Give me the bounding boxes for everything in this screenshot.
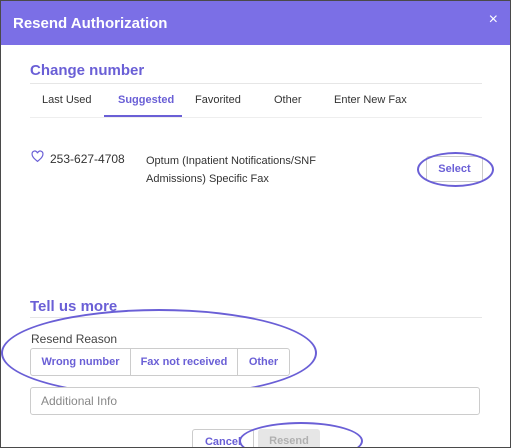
close-icon[interactable]: × [489, 12, 498, 28]
resend-reason-group: Wrong number Fax not received Other [30, 348, 290, 376]
divider [30, 83, 482, 84]
select-button[interactable]: Select [426, 156, 483, 182]
dialog-title: Resend Authorization [13, 15, 168, 32]
change-number-heading: Change number [30, 62, 145, 79]
fax-phone-number: 253-627-4708 [50, 152, 125, 166]
tabs-divider [30, 117, 482, 118]
tell-us-more-heading: Tell us more [30, 298, 118, 315]
reason-wrong-number-button[interactable]: Wrong number [31, 349, 131, 375]
tab-enter-new-fax[interactable]: Enter New Fax [334, 94, 407, 106]
resend-authorization-dialog: Resend Authorization × Change number Las… [0, 0, 511, 448]
divider [30, 317, 482, 318]
tab-other[interactable]: Other [274, 94, 302, 106]
fax-name: Optum (Inpatient Notifications/SNF Admis… [146, 155, 316, 185]
additional-info-input[interactable] [30, 387, 480, 415]
tab-suggested[interactable]: Suggested [118, 94, 174, 106]
resend-reason-label: Resend Reason [31, 332, 118, 346]
reason-other-button[interactable]: Other [238, 349, 289, 375]
tab-last-used[interactable]: Last Used [42, 94, 92, 106]
heart-icon[interactable] [31, 150, 44, 163]
reason-fax-not-received-button[interactable]: Fax not received [131, 349, 238, 375]
resend-button[interactable]: Resend [258, 429, 320, 447]
tab-favorited[interactable]: Favorited [195, 94, 241, 106]
cancel-button[interactable]: Cancel [192, 429, 254, 447]
dialog-titlebar: Resend Authorization × [1, 1, 510, 45]
